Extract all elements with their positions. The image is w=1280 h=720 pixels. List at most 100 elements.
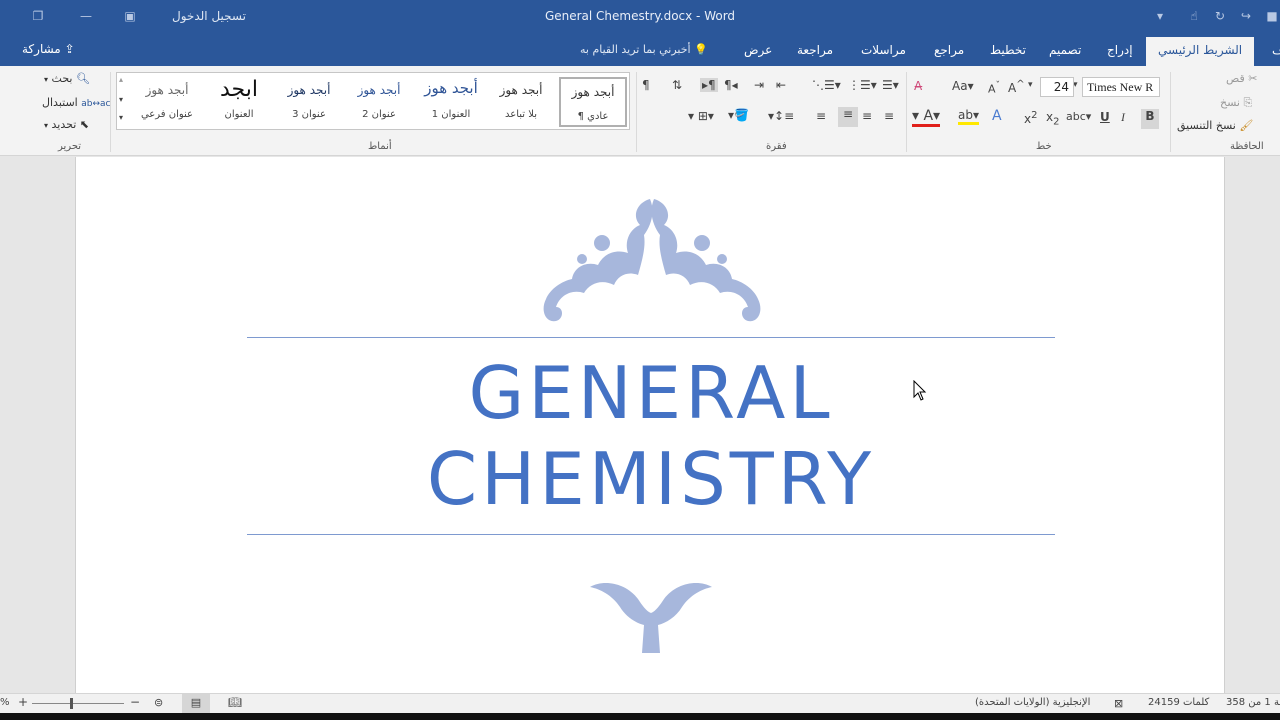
- tab-review[interactable]: مراجعة: [797, 43, 833, 57]
- web-layout-icon[interactable]: ⊜: [154, 696, 163, 709]
- customize-quick-access-icon[interactable]: ▾: [1152, 8, 1168, 24]
- style-sample: أبجد هوز: [571, 85, 615, 99]
- separator: [906, 72, 907, 152]
- document-title-line-2[interactable]: CHEMISTRY: [76, 435, 1226, 523]
- decrease-indent-icon[interactable]: ⇤: [776, 78, 786, 92]
- style-no-spacing[interactable]: أبجد هوز بلا تباعد: [487, 77, 555, 127]
- window-title: General Chemestry.docx - Word: [544, 9, 736, 23]
- tab-mailings[interactable]: مراسلات: [861, 43, 906, 57]
- strikethrough-icon[interactable]: abc▾: [1066, 110, 1091, 123]
- change-case-icon[interactable]: Aa▾: [952, 79, 974, 93]
- style-sample: ابجد: [220, 77, 258, 102]
- separator: [110, 72, 111, 152]
- save-icon[interactable]: ■: [1264, 8, 1280, 24]
- tab-file[interactable]: ف: [1272, 43, 1280, 57]
- style-sample: أبجد هوز: [287, 83, 331, 97]
- clipboard-group-label: الحافظة: [1230, 141, 1264, 152]
- show-marks-icon[interactable]: ¶: [642, 78, 650, 92]
- font-color-icon[interactable]: ▾ A▾: [912, 108, 941, 127]
- touch-mode-icon[interactable]: ☝: [1186, 8, 1202, 24]
- tell-me-box[interactable]: أخبرني بما تريد القيام به 💡: [580, 43, 708, 56]
- highlight-color-icon[interactable]: ab▾: [958, 108, 979, 125]
- style-heading-3[interactable]: أبجد هوز عنوان 3: [275, 77, 343, 127]
- tab-design[interactable]: تصميم: [1049, 43, 1081, 57]
- bullets-icon[interactable]: ☰▾: [882, 78, 899, 92]
- editing-group-label: تحرير: [58, 141, 82, 152]
- zoom-out-icon[interactable]: −: [130, 695, 140, 709]
- sort-icon[interactable]: ⇅: [672, 78, 682, 92]
- align-left-icon[interactable]: ≡: [838, 107, 858, 127]
- font-name-box[interactable]: Times New R: [1082, 77, 1160, 97]
- replace-button[interactable]: استبدال ab↔ac: [42, 96, 110, 109]
- gallery-scroll-up-icon[interactable]: ▴: [119, 75, 123, 84]
- style-heading-2[interactable]: أبجد هوز عنوان 2: [345, 77, 413, 127]
- italic-icon[interactable]: I: [1121, 110, 1125, 125]
- shrink-font-icon[interactable]: Aˇ: [988, 80, 1000, 96]
- lightbulb-icon: 💡: [694, 43, 708, 56]
- dropdown-icon: ▾: [44, 121, 49, 130]
- cut-button[interactable]: قص ✂: [1226, 72, 1257, 85]
- superscript-icon[interactable]: x2: [1024, 110, 1037, 126]
- document-workspace[interactable]: GENERAL CHEMISTRY: [0, 157, 1280, 693]
- proofing-icon[interactable]: ⊠: [1114, 697, 1123, 710]
- title-bar: ❐ — ▣ تسجيل الدخول General Chemestry.doc…: [0, 0, 1280, 34]
- zoom-in-icon[interactable]: +: [18, 695, 28, 709]
- text-effects-icon[interactable]: A: [992, 108, 1002, 124]
- tab-home[interactable]: الشريط الرئيسي: [1146, 37, 1255, 66]
- find-button[interactable]: ▾ بحث 🔍︎: [44, 72, 90, 85]
- pointer-icon: ⬉: [79, 118, 90, 131]
- line-spacing-icon[interactable]: ▾↕≡: [768, 109, 794, 123]
- underline-icon[interactable]: U: [1100, 110, 1110, 124]
- tab-layout[interactable]: تخطيط: [990, 43, 1026, 57]
- bold-icon[interactable]: B: [1141, 109, 1159, 129]
- style-name: ¶ عادي: [577, 111, 609, 122]
- increase-indent-icon[interactable]: ⇥: [754, 78, 764, 92]
- find-label: بحث: [51, 72, 73, 85]
- format-painter-button[interactable]: نسخ التنسيق 🖌: [1177, 119, 1253, 132]
- share-icon: ⇪: [64, 42, 75, 56]
- redo-icon[interactable]: ↪: [1238, 8, 1254, 24]
- style-heading-1[interactable]: أبجد هوز العنوان 1: [417, 77, 485, 127]
- read-mode-icon[interactable]: 📖︎: [228, 696, 242, 709]
- style-sample: أبجد هوز: [499, 83, 543, 97]
- rtl-icon[interactable]: ¶◂: [724, 78, 738, 92]
- multilevel-list-icon[interactable]: ⋱☰▾: [812, 78, 841, 92]
- zoom-slider[interactable]: [32, 703, 124, 704]
- zoom-percent[interactable]: %: [0, 697, 10, 708]
- style-subtitle[interactable]: أبجد هوز عنوان فرعي: [133, 77, 201, 127]
- document-title-line-1[interactable]: GENERAL: [76, 349, 1226, 437]
- tab-references[interactable]: مراجع: [934, 43, 964, 57]
- grow-font-icon[interactable]: A^: [1008, 79, 1025, 95]
- align-right-icon[interactable]: ≡: [884, 109, 894, 123]
- ribbon-tab-bar: مشاركة ⇪ أخبرني بما تريد القيام به 💡 عرض…: [0, 34, 1280, 66]
- page-indicator[interactable]: صفحة 1 من 358: [1226, 697, 1280, 708]
- align-center-icon[interactable]: ≡: [862, 109, 872, 123]
- select-button[interactable]: ▾ تحديد ⬉: [44, 118, 89, 131]
- shading-icon[interactable]: ▾🪣: [728, 108, 749, 122]
- gallery-more-icon[interactable]: ▾: [119, 113, 123, 122]
- word-count[interactable]: 24159 كلمات: [1148, 697, 1209, 708]
- select-label: تحديد: [51, 118, 77, 131]
- style-normal[interactable]: أبجد هوز ¶ عادي: [559, 77, 627, 127]
- repeat-icon[interactable]: ↻: [1212, 8, 1228, 24]
- borders-icon[interactable]: ▾ ⊞▾: [688, 109, 714, 123]
- style-title[interactable]: ابجد العنوان: [205, 77, 273, 127]
- top-rule: [247, 337, 1055, 338]
- subscript-icon[interactable]: x2: [1046, 110, 1059, 127]
- language-indicator[interactable]: الإنجليزية (الولايات المتحدة): [975, 697, 1090, 708]
- document-page[interactable]: GENERAL CHEMISTRY: [75, 157, 1225, 693]
- clear-formatting-icon[interactable]: A̶: [914, 79, 922, 93]
- justify-icon[interactable]: ≡: [816, 109, 826, 123]
- copy-button[interactable]: نسخ ⎘: [1220, 96, 1252, 110]
- ltr-icon[interactable]: ▸¶: [700, 78, 718, 92]
- size-dropdown-icon[interactable]: ▾: [1028, 80, 1033, 90]
- tab-insert[interactable]: إدراج: [1107, 43, 1133, 57]
- font-size-box[interactable]: 24: [1040, 77, 1074, 97]
- zoom-slider-thumb[interactable]: [70, 698, 73, 709]
- mouse-pointer-icon: [913, 380, 927, 401]
- share-button[interactable]: مشاركة ⇪: [22, 42, 75, 56]
- print-layout-icon[interactable]: ▤: [182, 694, 210, 713]
- tab-view[interactable]: عرض: [744, 43, 772, 57]
- gallery-scroll-down-icon[interactable]: ▾: [119, 95, 123, 104]
- numbering-icon[interactable]: ⋮☰▾: [848, 78, 877, 92]
